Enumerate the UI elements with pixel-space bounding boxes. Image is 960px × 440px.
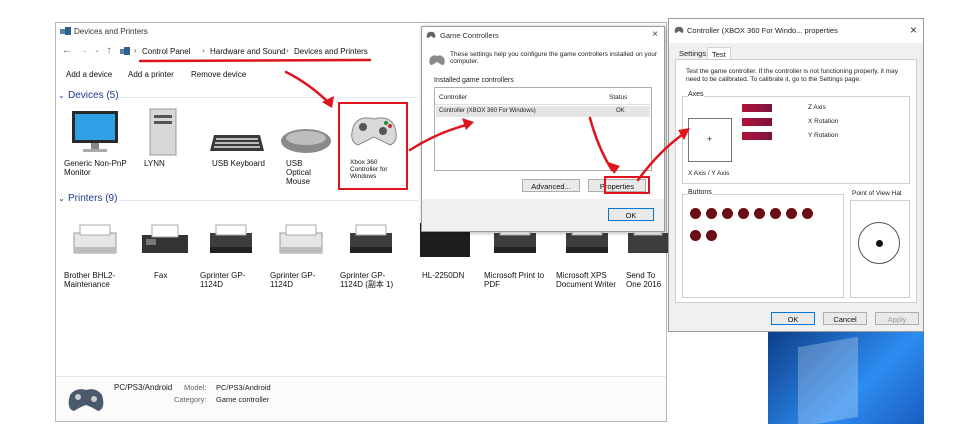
annotation-overlay <box>138 58 690 182</box>
arrowhead-icon <box>462 118 474 130</box>
arrow-annotation <box>284 70 332 106</box>
underline-annotation <box>138 58 372 63</box>
arrow-annotation <box>636 130 688 182</box>
arrow-annotation <box>588 116 614 172</box>
arrow-annotation <box>408 122 472 152</box>
arrowhead-icon <box>678 128 690 140</box>
